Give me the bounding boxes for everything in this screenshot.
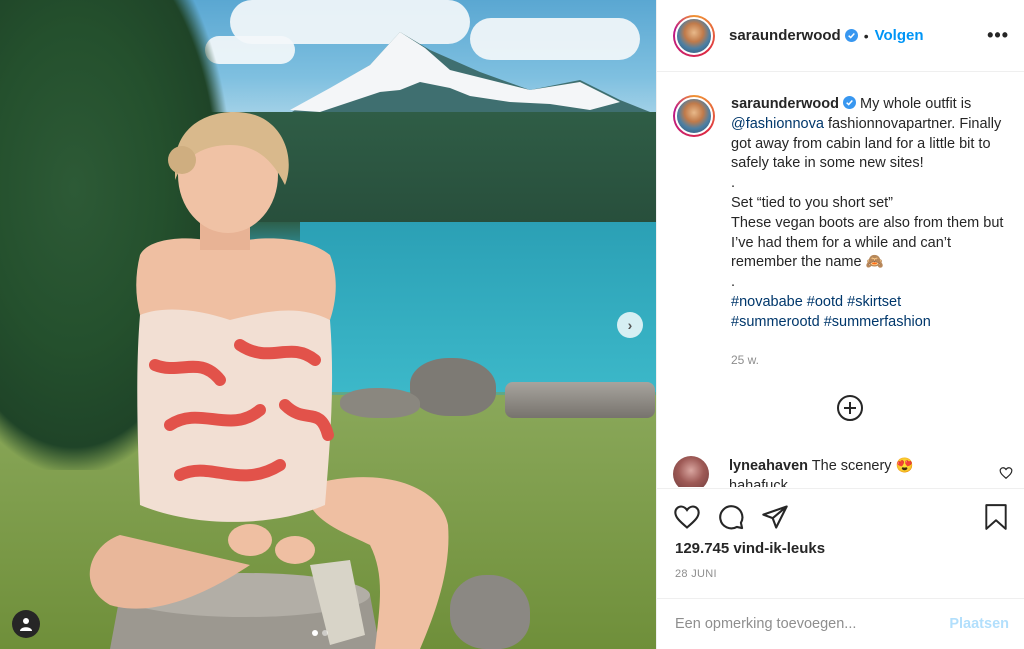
comment-icon[interactable] — [717, 503, 745, 531]
caption-username[interactable]: saraunderwood — [731, 96, 839, 112]
separator-bullet: • — [863, 27, 869, 44]
hashtag-link[interactable]: #skirtset — [847, 294, 901, 310]
share-icon[interactable] — [761, 503, 789, 531]
comment-body-overflow: hahafuck — [729, 478, 788, 487]
verified-badge-icon — [842, 96, 856, 109]
verified-badge-icon — [844, 29, 858, 42]
user-icon — [20, 618, 32, 631]
post-actions: 129.745 vind-ik-leuks 28 JUNI — [657, 488, 1024, 598]
chevron-right-icon: › — [627, 317, 633, 333]
author-avatar[interactable] — [673, 14, 715, 57]
more-options-icon[interactable]: ••• — [987, 25, 1009, 46]
caption-avatar[interactable] — [673, 95, 715, 137]
carousel-dot — [322, 630, 328, 636]
hashtag-link[interactable]: #summerfashion — [824, 314, 931, 330]
post-date[interactable]: 28 JUNI — [675, 568, 717, 580]
hashtag-link[interactable]: #novababe — [731, 294, 803, 310]
like-count[interactable]: 129.745 vind-ik-leuks — [675, 540, 825, 557]
post-comment-button[interactable]: Plaatsen — [949, 616, 1009, 632]
post-header: saraunderwood • Volgen ••• — [657, 0, 1024, 72]
commenter-username[interactable]: lyneahaven — [729, 458, 808, 474]
caption-text: saraunderwood My whole outfit is @fashio… — [731, 95, 1017, 333]
post-image[interactable]: › — [0, 0, 656, 649]
carousel-next-button[interactable]: › — [617, 312, 643, 338]
model-figure — [89, 112, 449, 649]
commenter-avatar[interactable] — [673, 456, 709, 487]
comment-input[interactable] — [675, 616, 950, 632]
author-username[interactable]: saraunderwood — [729, 27, 841, 44]
hashtag-link[interactable]: #summerootd — [731, 314, 820, 330]
caption-line: My whole outfit is — [855, 96, 972, 112]
bookmark-icon[interactable] — [983, 503, 1009, 531]
comment-heart-icon[interactable] — [999, 466, 1013, 480]
add-comment-bar: Plaatsen — [657, 598, 1024, 649]
post-caption: saraunderwood My whole outfit is @fashio… — [673, 95, 1017, 333]
hashtag-link[interactable]: #ootd — [807, 294, 843, 310]
load-more-comments-icon[interactable] — [837, 395, 863, 421]
caption-line: These vegan boots are also from them but… — [731, 214, 1004, 271]
mention-link[interactable]: @fashionnova — [731, 116, 824, 132]
follow-button[interactable]: Volgen — [875, 27, 924, 44]
comment-text: lyneahaven The scenery 😍 hahafuck — [729, 456, 989, 487]
comment-body: The scenery 😍 — [808, 458, 914, 474]
rock — [450, 575, 530, 649]
post-sidebar: saraunderwood • Volgen ••• saraunderwood… — [656, 0, 1024, 649]
caption-timestamp[interactable]: 25 w. — [731, 353, 759, 367]
driftwood-log — [505, 382, 655, 418]
caption-dot: . — [731, 175, 736, 192]
caption-dot: . — [731, 274, 736, 291]
carousel-dot-active — [312, 630, 318, 636]
comment-item: lyneahaven The scenery 😍 hahafuck — [673, 456, 989, 487]
tagged-users-button[interactable] — [12, 610, 40, 638]
caption-line: Set “tied to you short set” — [731, 194, 893, 211]
action-icons — [673, 503, 789, 531]
heart-icon[interactable] — [673, 503, 701, 531]
carousel-indicator — [312, 630, 328, 636]
comments-section[interactable]: saraunderwood My whole outfit is @fashio… — [657, 73, 1024, 487]
